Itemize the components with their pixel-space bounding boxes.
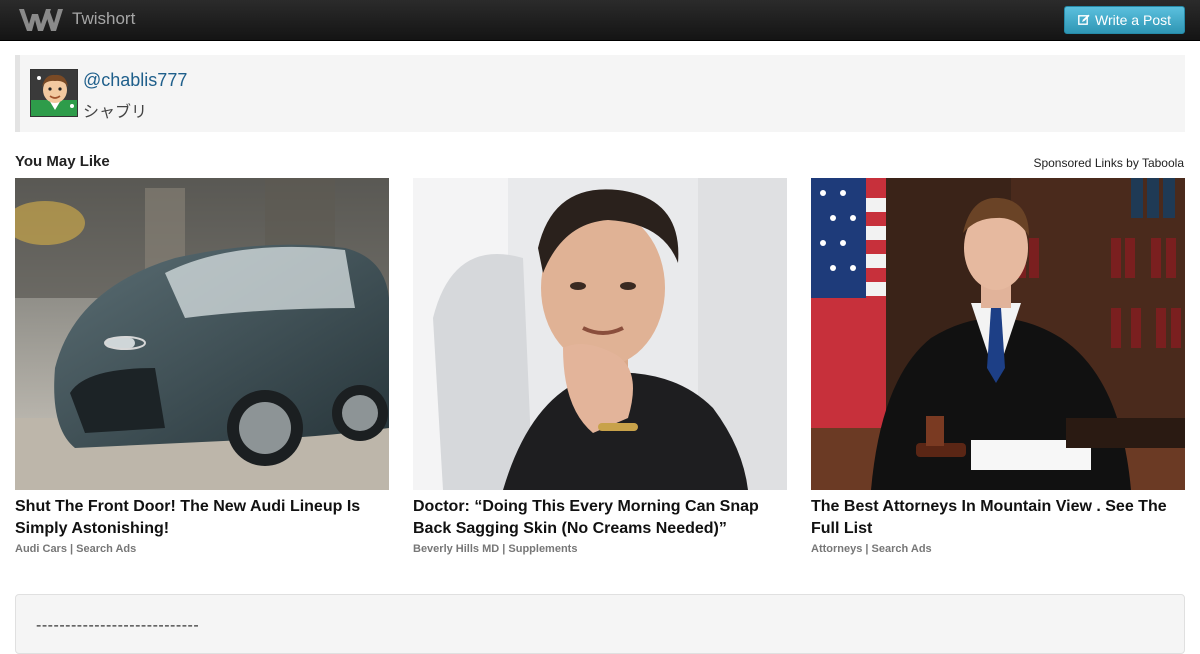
recommendation-card[interactable]: Doctor: “Doing This Every Morning Can Sn… — [413, 178, 787, 555]
sponsored-links-label[interactable]: Sponsored Links by Taboola — [1033, 156, 1184, 170]
recommendation-source: Beverly Hills MD | Supplements — [413, 543, 578, 555]
write-post-label: Write a Post — [1095, 12, 1171, 28]
recommendation-card[interactable]: Shut The Front Door! The New Audi Lineup… — [15, 178, 389, 555]
twishort-logo-icon[interactable] — [18, 6, 64, 34]
recommendation-title[interactable]: Shut The Front Door! The New Audi Lineup… — [15, 496, 389, 540]
doctor-photo[interactable] — [413, 178, 787, 490]
recommendation-card[interactable]: The Best Attorneys In Mountain View . Se… — [811, 178, 1185, 555]
avatar[interactable] — [30, 69, 78, 117]
recommendation-source: Audi Cars | Search Ads — [15, 543, 137, 555]
write-post-button[interactable]: Write a Post — [1064, 6, 1185, 34]
car-photo[interactable] — [15, 178, 389, 490]
recommendation-title[interactable]: Doctor: “Doing This Every Morning Can Sn… — [413, 496, 787, 540]
profile-display-name: シャブリ — [83, 104, 148, 121]
edit-icon — [1078, 14, 1090, 25]
recommendation-title[interactable]: The Best Attorneys In Mountain View . Se… — [811, 496, 1185, 540]
avatar-image — [31, 70, 77, 116]
post-text: ---------------------------- — [36, 617, 200, 634]
profile-handle-link[interactable]: @chablis777 — [83, 70, 187, 91]
attorney-photo[interactable] — [811, 178, 1185, 490]
brand-name[interactable]: Twishort — [72, 9, 135, 29]
post-content-box: ---------------------------- — [15, 594, 1185, 654]
top-navbar: Twishort Write a Post — [0, 0, 1200, 41]
recommendations-heading: You May Like — [15, 153, 110, 170]
profile-header: @chablis777 シャブリ — [15, 55, 1185, 132]
recommendation-source: Attorneys | Search Ads — [811, 543, 932, 555]
